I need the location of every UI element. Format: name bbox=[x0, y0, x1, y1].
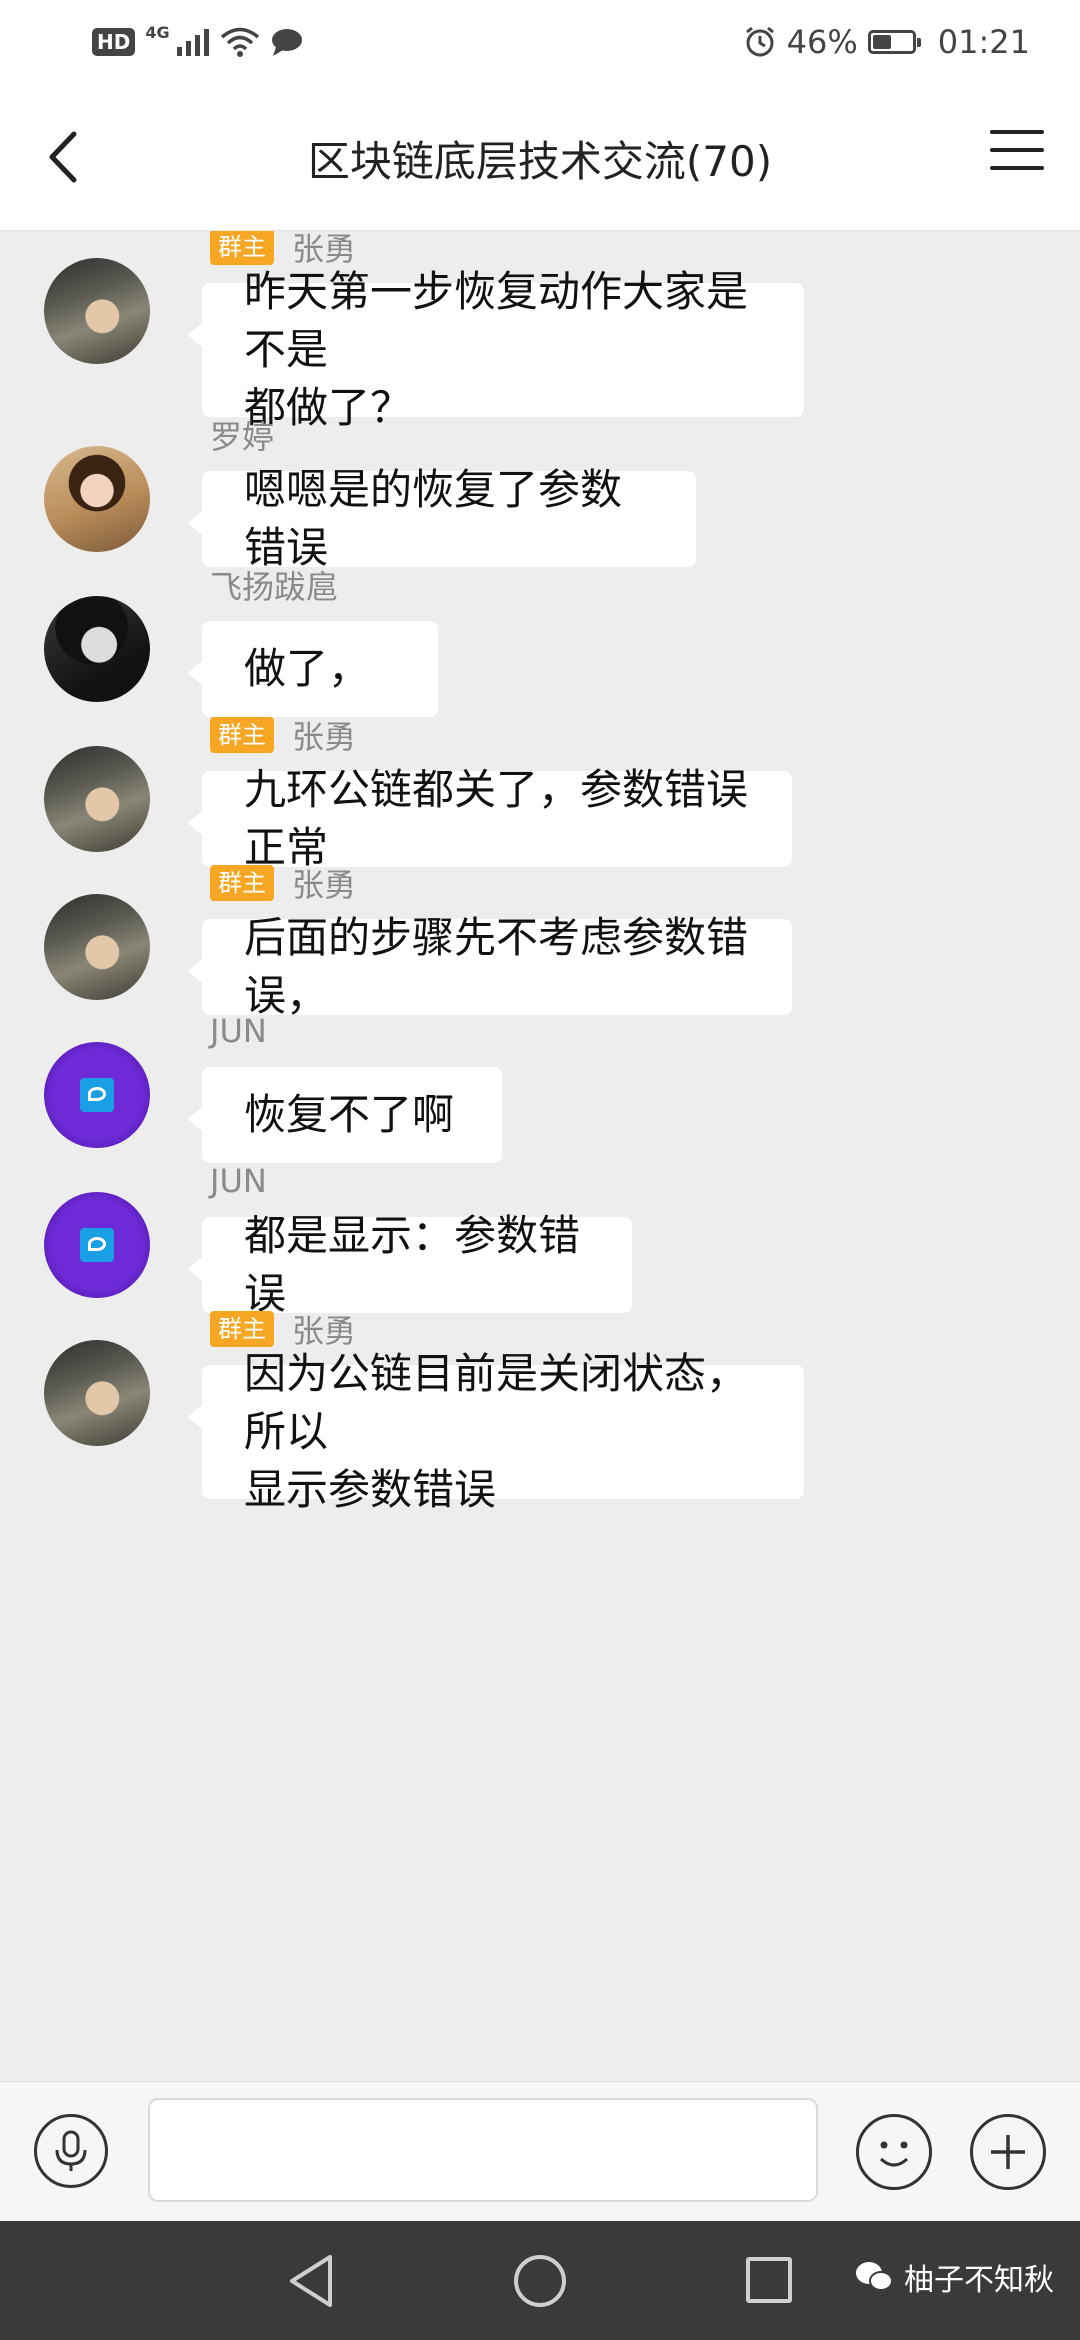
page-title: 区块链底层技术交流(70) bbox=[307, 137, 773, 186]
battery-icon bbox=[867, 30, 921, 54]
menu-button[interactable] bbox=[990, 130, 1044, 184]
hd-badge: HD bbox=[92, 28, 136, 56]
message-meta: JUN bbox=[210, 1011, 267, 1051]
hamburger-icon bbox=[990, 130, 1044, 134]
message-meta: 群主 张勇 bbox=[210, 863, 357, 904]
message-meta: 飞扬跋扈 bbox=[210, 565, 339, 606]
sender-name: JUN bbox=[210, 1012, 267, 1050]
message-bubble[interactable]: 恢复不了啊 bbox=[188, 1067, 502, 1163]
message-text-line: 都做了？ bbox=[244, 383, 413, 432]
sender-name: 张勇 bbox=[292, 718, 357, 756]
owner-badge: 群主 bbox=[210, 231, 274, 265]
owner-badge: 群主 bbox=[210, 1311, 274, 1347]
message-bubble[interactable]: 都是显示：参数错误 bbox=[188, 1211, 632, 1318]
plus-icon bbox=[991, 2135, 1025, 2169]
avatar-logo-icon bbox=[80, 1078, 114, 1112]
message-meta: 罗婷 bbox=[210, 415, 275, 456]
message-input[interactable] bbox=[148, 2098, 818, 2202]
chat-bubble-icon bbox=[271, 29, 302, 56]
message-bubble[interactable]: 九环公链都关了，参数错误正常 bbox=[188, 765, 792, 872]
avatar[interactable] bbox=[44, 746, 150, 852]
network-type: 4G bbox=[145, 22, 170, 42]
system-nav-bar: 柚子不知秋 bbox=[0, 2221, 1080, 2340]
battery-percent: 46% bbox=[786, 23, 858, 61]
owner-badge: 群主 bbox=[210, 865, 274, 901]
message-bubble[interactable]: 因为公链目前是关闭状态，所以显示参数错误 bbox=[188, 1349, 804, 1514]
message-text-line: 恢复不了啊 bbox=[244, 1090, 455, 1139]
owner-badge: 群主 bbox=[210, 717, 274, 753]
wechat-icon bbox=[856, 2262, 893, 2291]
status-bar: HD 4G 46% 01:21 bbox=[0, 0, 1080, 84]
signal-icon bbox=[176, 29, 209, 56]
smiley-icon bbox=[879, 2141, 909, 2167]
message-list[interactable]: 群主 张勇 昨天第一步恢复动作大家是不是 都做了？ 罗婷 嗯嗯是的恢复了参数错误 飞扬跋扈做… bbox=[0, 231, 1080, 2081]
message-text-line: 嗯嗯是的恢复了参数错误 bbox=[244, 465, 623, 572]
avatar[interactable] bbox=[44, 894, 150, 1000]
avatar[interactable] bbox=[44, 1192, 150, 1298]
message-meta: 群主 张勇 bbox=[210, 715, 357, 756]
alarm-icon bbox=[745, 26, 774, 57]
message-text-line: 做了， bbox=[244, 644, 371, 693]
message-meta: 群主 张勇 bbox=[210, 231, 356, 268]
message-text-line: 显示参数错误 bbox=[244, 1465, 497, 1514]
watermark: 柚子不知秋 bbox=[854, 2255, 1054, 2299]
sender-name: 罗婷 bbox=[210, 418, 275, 456]
avatar[interactable] bbox=[44, 596, 150, 702]
message-text-line: 后面的步骤先不考虑参数错误， bbox=[244, 913, 749, 1020]
message-bubble[interactable]: 嗯嗯是的恢复了参数错误 bbox=[188, 465, 696, 572]
message-text-line: 昨天第一步恢复动作大家是不是 bbox=[244, 267, 749, 374]
sender-name: 飞扬跋扈 bbox=[210, 568, 339, 606]
chat-header: 区块链底层技术交流(70) bbox=[0, 84, 1080, 231]
emoji-button[interactable] bbox=[856, 2114, 932, 2190]
avatar-logo-icon bbox=[80, 1228, 114, 1262]
more-button[interactable] bbox=[970, 2114, 1046, 2190]
message-meta: JUN bbox=[210, 1161, 267, 1201]
avatar[interactable] bbox=[44, 258, 150, 364]
nav-back-button[interactable] bbox=[286, 2253, 336, 2313]
avatar[interactable] bbox=[44, 446, 150, 552]
sender-name: JUN bbox=[210, 1162, 267, 1200]
nav-home-button[interactable] bbox=[514, 2255, 566, 2307]
message-text-line: 因为公链目前是关闭状态，所以 bbox=[244, 1349, 749, 1456]
nav-recents-button[interactable] bbox=[746, 2257, 792, 2303]
microphone-icon bbox=[55, 2130, 87, 2171]
message-bubble[interactable]: 后面的步骤先不考虑参数错误， bbox=[188, 913, 792, 1020]
clock: 01:21 bbox=[937, 23, 1030, 61]
sender-name: 张勇 bbox=[292, 866, 357, 904]
triangle-back-icon bbox=[290, 2255, 332, 2307]
message-meta: 群主 张勇 bbox=[210, 1309, 356, 1350]
avatar[interactable] bbox=[44, 1042, 150, 1148]
message-bubble[interactable]: 做了， bbox=[188, 621, 438, 717]
avatar[interactable] bbox=[44, 1340, 150, 1446]
input-bar bbox=[0, 2081, 1080, 2222]
voice-button[interactable] bbox=[34, 2114, 108, 2188]
wifi-icon bbox=[220, 27, 259, 57]
message-bubble[interactable]: 昨天第一步恢复动作大家是不是都做了？ bbox=[188, 267, 804, 432]
